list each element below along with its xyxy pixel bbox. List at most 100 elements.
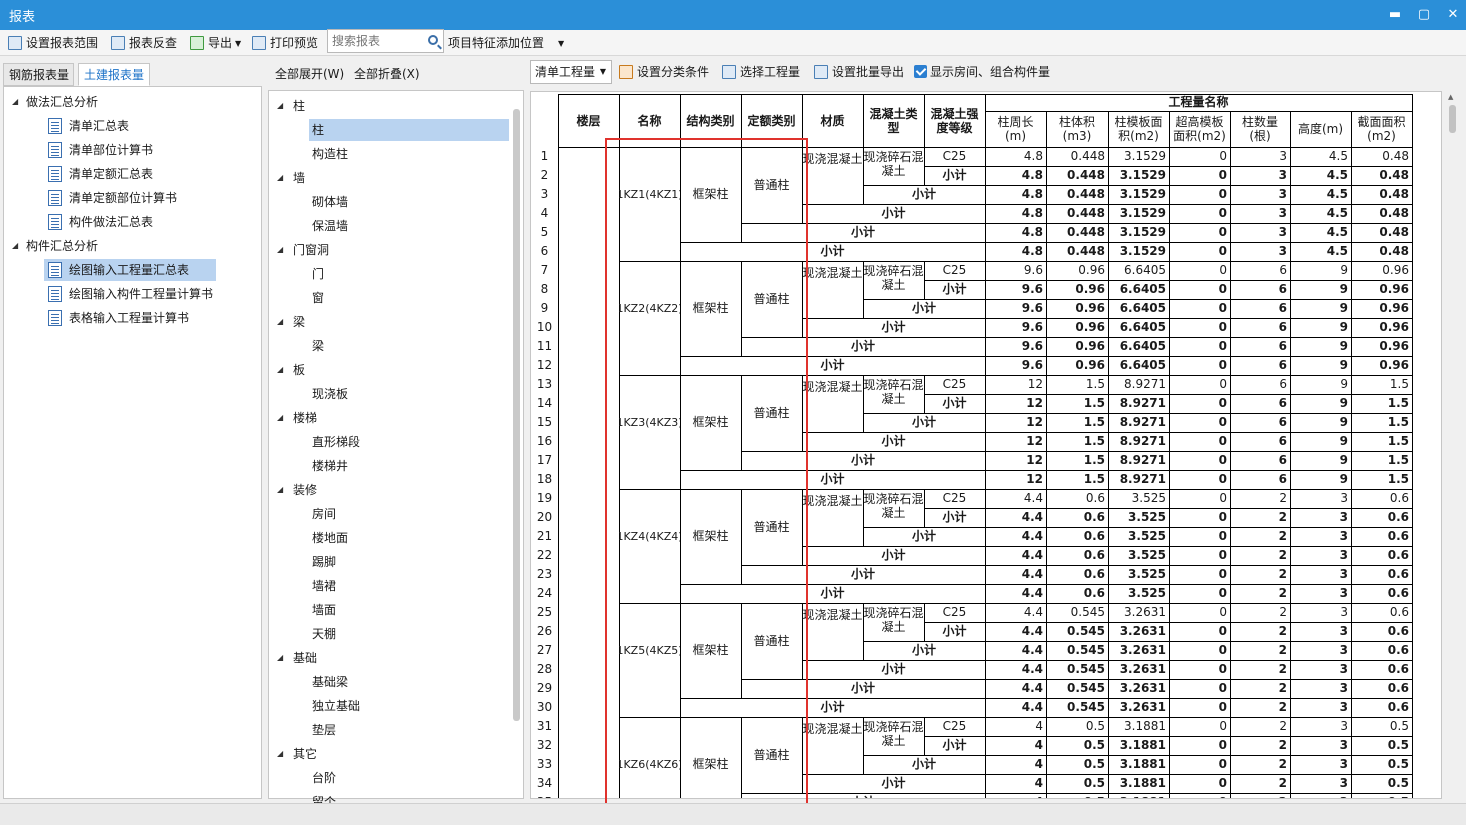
tree-group-method-summary[interactable]: ◢ 做法汇总分析 (12, 91, 98, 113)
row-number[interactable]: 22 (531, 546, 558, 565)
row-number[interactable]: 5 (531, 223, 558, 242)
row-number[interactable]: 9 (531, 299, 558, 318)
reverse-check-button[interactable]: 报表反查 (111, 33, 177, 53)
row-number[interactable]: 23 (531, 565, 558, 584)
collapse-icon[interactable]: ◢ (277, 743, 283, 765)
row-number[interactable]: 31 (531, 717, 558, 736)
collapse-icon[interactable]: ◢ (12, 235, 18, 257)
component-type-item[interactable]: 楼地面 (312, 527, 348, 549)
collapse-icon[interactable]: ◢ (12, 91, 18, 113)
row-number[interactable]: 8 (531, 280, 558, 299)
row-number[interactable]: 28 (531, 660, 558, 679)
row-number[interactable]: 12 (531, 356, 558, 375)
component-group[interactable]: ◢ 板 (277, 359, 305, 381)
row-number[interactable]: 19 (531, 489, 558, 508)
component-type-item[interactable]: 房间 (312, 503, 336, 525)
grid-scrollbar[interactable]: ▲ (1443, 91, 1463, 799)
row-number[interactable]: 25 (531, 603, 558, 622)
row-number[interactable]: 6 (531, 242, 558, 261)
search-input[interactable] (328, 30, 423, 52)
expand-all-button[interactable]: 全部展开(W) (275, 65, 344, 82)
component-type-item[interactable]: 墙面 (312, 599, 336, 621)
component-type-item[interactable]: 门 (312, 263, 324, 285)
row-number[interactable]: 4 (531, 204, 558, 223)
scroll-up-icon[interactable]: ▲ (1448, 93, 1453, 101)
tree-item-table-input-calc[interactable]: 表格输入工程量计算书 (48, 307, 189, 329)
row-number[interactable]: 20 (531, 508, 558, 527)
component-group[interactable]: ◢ 门窗洞 (277, 239, 329, 261)
row-number[interactable]: 15 (531, 413, 558, 432)
component-group[interactable]: ◢ 柱 (277, 95, 305, 117)
collapse-all-button[interactable]: 全部折叠(X) (354, 65, 420, 82)
component-group[interactable]: ◢ 装修 (277, 479, 317, 501)
set-range-button[interactable]: 设置报表范围 (8, 33, 98, 53)
row-number[interactable]: 10 (531, 318, 558, 337)
component-type-item[interactable]: 现浇板 (312, 383, 348, 405)
tab-civil-report[interactable]: 土建报表量 (78, 63, 150, 86)
component-group[interactable]: ◢ 墙 (277, 167, 305, 189)
component-type-item[interactable]: 踢脚 (312, 551, 336, 573)
add-position-dropdown[interactable]: 项目特征添加位置 ▼ (448, 33, 564, 53)
collapse-icon[interactable]: ◢ (277, 479, 283, 501)
component-type-item[interactable]: 梁 (312, 335, 324, 357)
collapse-icon[interactable]: ◢ (277, 167, 283, 189)
tree-item-drawing-qty-summary[interactable]: 绘图输入工程量汇总表 (44, 259, 216, 281)
batch-export-button[interactable]: 设置批量导出 (814, 62, 904, 82)
collapse-icon[interactable]: ◢ (277, 359, 283, 381)
row-number[interactable]: 24 (531, 584, 558, 603)
collapse-icon[interactable]: ◢ (277, 407, 283, 429)
row-number[interactable]: 26 (531, 622, 558, 641)
minimize-icon[interactable]: ▬ (1380, 0, 1410, 30)
collapse-icon[interactable]: ◢ (277, 311, 283, 333)
tree-item-bill-part-calc[interactable]: 清单部位计算书 (48, 139, 153, 161)
row-number[interactable]: 33 (531, 755, 558, 774)
tab-rebar-report[interactable]: 钢筋报表量 (3, 63, 74, 86)
component-type-item[interactable]: 构造柱 (312, 143, 348, 165)
component-type-item[interactable]: 楼梯井 (312, 455, 348, 477)
maximize-icon[interactable]: ▢ (1409, 0, 1439, 30)
component-tree-scrollbar[interactable] (513, 109, 520, 721)
component-group[interactable]: ◢ 其它 (277, 743, 317, 765)
row-number[interactable]: 3 (531, 185, 558, 204)
component-type-item[interactable]: 基础梁 (312, 671, 348, 693)
row-number[interactable]: 1 (531, 147, 558, 166)
row-number[interactable]: 29 (531, 679, 558, 698)
row-number[interactable]: 7 (531, 261, 558, 280)
component-group[interactable]: ◢ 梁 (277, 311, 305, 333)
component-type-item[interactable]: 墙裙 (312, 575, 336, 597)
tree-item-component-method-summary[interactable]: 构件做法汇总表 (48, 211, 153, 233)
row-number[interactable]: 21 (531, 527, 558, 546)
component-group[interactable]: ◢ 基础 (277, 647, 317, 669)
component-type-item[interactable]: 垫层 (312, 719, 336, 741)
component-type-item[interactable]: 天棚 (312, 623, 336, 645)
show-rooms-checkbox[interactable]: 显示房间、组合构件量 (914, 62, 1050, 82)
checkbox-checked-icon[interactable] (914, 65, 927, 78)
row-number[interactable]: 2 (531, 166, 558, 185)
collapse-icon[interactable]: ◢ (277, 647, 283, 669)
row-number[interactable]: 34 (531, 774, 558, 793)
row-number[interactable]: 30 (531, 698, 558, 717)
tree-item-bill-quota-summary[interactable]: 清单定额汇总表 (48, 163, 153, 185)
search-icon[interactable] (428, 35, 438, 45)
component-type-item[interactable]: 直形梯段 (312, 431, 360, 453)
component-type-item[interactable]: 保温墙 (312, 215, 348, 237)
close-icon[interactable]: ✕ (1438, 0, 1466, 30)
scroll-thumb[interactable] (1449, 105, 1456, 133)
row-number[interactable]: 18 (531, 470, 558, 489)
row-number[interactable]: 35 (531, 793, 558, 798)
row-number[interactable]: 16 (531, 432, 558, 451)
component-type-item[interactable]: 窗 (312, 287, 324, 309)
tree-item-drawing-component-calc[interactable]: 绘图输入构件工程量计算书 (48, 283, 213, 305)
component-type-item[interactable]: 柱 (309, 119, 509, 141)
component-type-item[interactable]: 台阶 (312, 767, 336, 789)
tree-group-component-summary[interactable]: ◢ 构件汇总分析 (12, 235, 98, 257)
row-number[interactable]: 11 (531, 337, 558, 356)
tree-item-bill-quota-part-calc[interactable]: 清单定额部位计算书 (48, 187, 177, 209)
component-type-item[interactable]: 砌体墙 (312, 191, 348, 213)
row-number[interactable]: 17 (531, 451, 558, 470)
component-group[interactable]: ◢ 楼梯 (277, 407, 317, 429)
collapse-icon[interactable]: ◢ (277, 239, 283, 261)
choose-qty-button[interactable]: 选择工程量 (722, 62, 800, 82)
qty-type-select[interactable]: 清单工程量 ▼ (530, 60, 612, 84)
row-number[interactable]: 27 (531, 641, 558, 660)
